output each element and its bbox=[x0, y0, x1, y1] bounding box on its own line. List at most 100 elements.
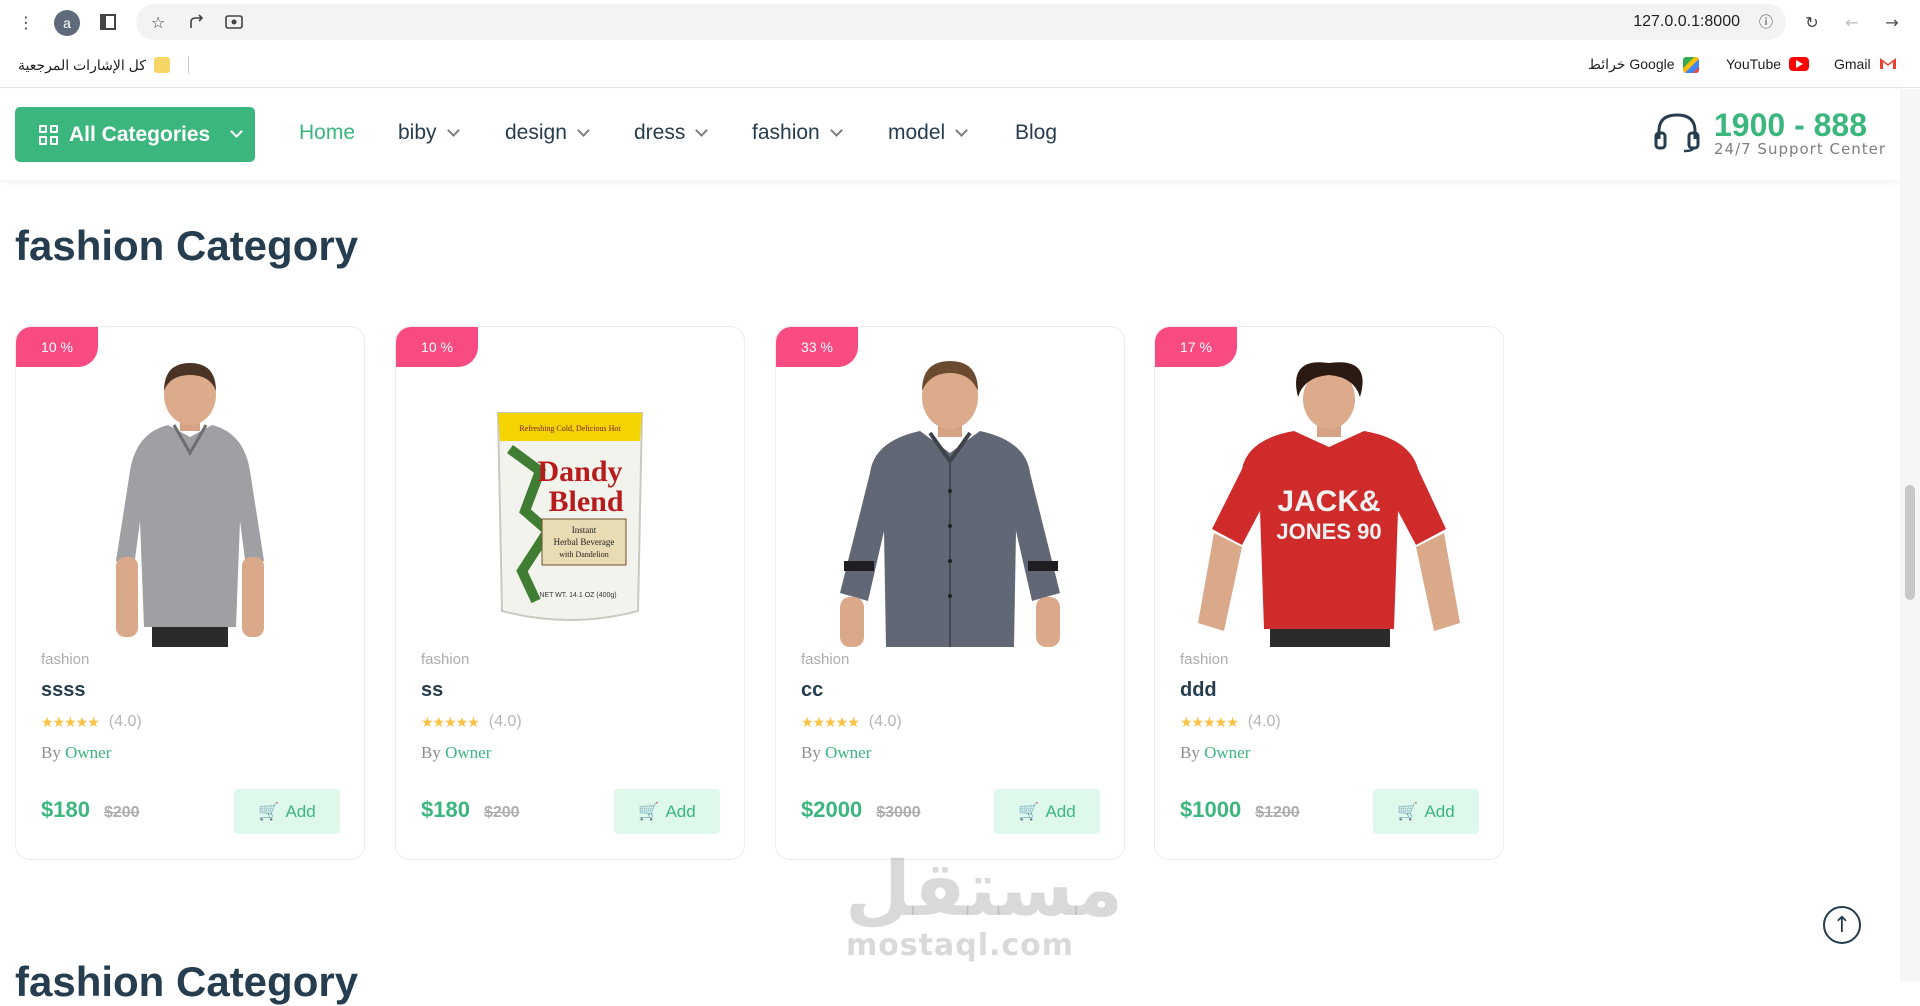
bookmark-gmail[interactable]: Gmail bbox=[1834, 56, 1896, 72]
address-bar[interactable]: ☆ 127.0.0.1:8000 ⓘ bbox=[136, 4, 1786, 40]
product-name[interactable]: ddd bbox=[1180, 679, 1217, 702]
product-image-grey-polo[interactable] bbox=[36, 357, 344, 647]
pouch-line-1: Instant bbox=[572, 525, 597, 535]
bookmarks-folder[interactable]: كل الإشارات المرجعية bbox=[18, 56, 189, 74]
profile-avatar[interactable]: a bbox=[54, 10, 80, 36]
back-arrow-icon[interactable]: ← bbox=[1840, 10, 1864, 34]
product-rating: ★★★★★ (4.0) bbox=[41, 713, 142, 731]
rating-stars-icon: ★★★★★ bbox=[1180, 713, 1239, 730]
nav-blog[interactable]: Blog bbox=[1015, 121, 1057, 145]
product-name[interactable]: cc bbox=[801, 679, 823, 702]
sidebar-icon[interactable] bbox=[96, 10, 120, 34]
pouch-net-weight: NET WT. 14.1 OZ (400g) bbox=[539, 592, 616, 599]
product-price: $1000 $1200 bbox=[1180, 797, 1300, 823]
site-info-icon[interactable]: ⓘ bbox=[1754, 10, 1778, 34]
nav-model[interactable]: model bbox=[888, 121, 969, 145]
product-category[interactable]: fashion bbox=[421, 651, 469, 668]
old-price: $3000 bbox=[876, 804, 921, 821]
pouch-brand-2: Blend bbox=[548, 485, 623, 518]
current-price: $180 bbox=[421, 797, 470, 822]
product-image-herbal-pouch[interactable]: Refreshing Cold, Delicious Hot Dandy Ble… bbox=[416, 357, 724, 647]
nav-design[interactable]: design bbox=[505, 121, 590, 145]
product-image-red-tshirt[interactable]: JACK& JONES 90 bbox=[1175, 357, 1483, 647]
product-card[interactable]: 10 % fashion ssss ★★★★★ (4.0) By Owner $1… bbox=[15, 326, 365, 860]
product-rating: ★★★★★ (4.0) bbox=[1180, 713, 1281, 731]
scroll-to-top-button[interactable]: ↑ bbox=[1823, 906, 1861, 944]
current-price: $2000 bbox=[801, 797, 863, 822]
nav-dress[interactable]: dress bbox=[634, 121, 709, 145]
add-label: Add bbox=[1045, 801, 1076, 821]
vendor-link[interactable]: Owner bbox=[1204, 743, 1250, 762]
reload-icon[interactable]: ↻ bbox=[1800, 10, 1824, 34]
add-label: Add bbox=[285, 801, 316, 821]
grid-icon bbox=[39, 124, 59, 145]
maps-icon bbox=[1682, 56, 1699, 73]
product-category[interactable]: fashion bbox=[1180, 651, 1228, 668]
product-vendor: By Owner bbox=[801, 743, 871, 763]
share-icon[interactable] bbox=[186, 10, 210, 34]
product-card[interactable]: 33 % fashion cc ★★★★★ (4.0) By Owner $200… bbox=[775, 326, 1125, 860]
old-price: $200 bbox=[103, 804, 140, 821]
translate-icon[interactable] bbox=[222, 10, 246, 34]
star-icon[interactable]: ☆ bbox=[146, 10, 170, 34]
vendor-link[interactable]: Owner bbox=[445, 743, 491, 762]
chevron-down-icon bbox=[446, 123, 460, 137]
all-categories-button[interactable]: All Categories bbox=[15, 107, 255, 162]
by-label: By bbox=[1180, 743, 1200, 762]
browser-toolbar: ⋮ a ☆ 127.0.0.1:8000 ⓘ ↻ ← → bbox=[0, 0, 1920, 44]
support-phone: 1900 - 888 bbox=[1713, 107, 1867, 143]
product-card[interactable]: 10 % Refreshing Cold, Delicious Hot Dand… bbox=[395, 326, 745, 860]
menu-icon[interactable]: ⋮ bbox=[14, 10, 38, 34]
pouch-line-2: Herbal Beverage bbox=[554, 537, 615, 547]
add-to-cart-button[interactable]: 🛒 Add bbox=[1373, 789, 1479, 834]
product-name[interactable]: ss bbox=[421, 679, 443, 702]
add-label: Add bbox=[1424, 801, 1455, 821]
pouch-top-text: Refreshing Cold, Delicious Hot bbox=[519, 424, 621, 433]
product-category[interactable]: fashion bbox=[41, 651, 89, 668]
rating-stars-icon: ★★★★★ bbox=[41, 713, 100, 730]
url-text: 127.0.0.1:8000 bbox=[1633, 13, 1740, 30]
nav-biby[interactable]: biby bbox=[398, 121, 460, 145]
old-price: $1200 bbox=[1255, 804, 1300, 821]
product-category[interactable]: fashion bbox=[801, 651, 849, 668]
old-price: $200 bbox=[483, 804, 520, 821]
by-label: By bbox=[41, 743, 61, 762]
bookmark-maps[interactable]: خرائط Google bbox=[1588, 56, 1699, 73]
chevron-down-icon bbox=[695, 123, 709, 137]
forward-arrow-icon[interactable]: → bbox=[1880, 10, 1904, 34]
tshirt-print-1: JACK& bbox=[1277, 485, 1380, 518]
headset-icon bbox=[1654, 111, 1700, 157]
product-name[interactable]: ssss bbox=[41, 679, 86, 702]
arrow-up-icon: ↑ bbox=[1832, 912, 1852, 938]
rating-value: (4.0) bbox=[108, 713, 142, 730]
rating-stars-icon: ★★★★★ bbox=[421, 713, 480, 730]
nav-label: design bbox=[505, 121, 567, 144]
nav-label: Home bbox=[299, 121, 356, 144]
rating-value: (4.0) bbox=[488, 713, 522, 730]
bookmark-label: YouTube bbox=[1726, 56, 1782, 72]
by-label: By bbox=[421, 743, 441, 762]
product-image-grey-shirt[interactable] bbox=[796, 357, 1104, 647]
add-to-cart-button[interactable]: 🛒 Add bbox=[994, 789, 1100, 834]
nav-fashion[interactable]: fashion bbox=[752, 121, 843, 145]
chevron-down-icon bbox=[230, 125, 244, 138]
watermark-latin: mostaql.com bbox=[845, 928, 1075, 963]
product-card[interactable]: 17 % JACK& JONES 90 fashion ddd ★★★★★ (4.… bbox=[1154, 326, 1504, 860]
scrollbar-thumb[interactable] bbox=[1905, 485, 1915, 600]
folder-icon bbox=[153, 57, 170, 73]
chevron-down-icon bbox=[577, 123, 590, 137]
pouch-line-3: with Dandelion bbox=[559, 550, 609, 559]
cart-icon: 🛒 bbox=[1397, 801, 1419, 821]
current-price: $1000 bbox=[1180, 797, 1242, 822]
site-header: All Categories Home biby design dress fa… bbox=[0, 89, 1900, 180]
product-price: $180 $200 bbox=[421, 797, 520, 823]
add-to-cart-button[interactable]: 🛒 Add bbox=[234, 789, 340, 834]
page-scrollbar[interactable] bbox=[1900, 89, 1920, 982]
nav-label: model bbox=[888, 121, 946, 144]
add-to-cart-button[interactable]: 🛒 Add bbox=[614, 789, 720, 834]
support-hours: 24/7 Support Center bbox=[1713, 140, 1886, 158]
vendor-link[interactable]: Owner bbox=[825, 743, 871, 762]
nav-home[interactable]: Home bbox=[299, 121, 355, 145]
bookmark-youtube[interactable]: YouTube bbox=[1726, 56, 1810, 72]
vendor-link[interactable]: Owner bbox=[65, 743, 111, 762]
